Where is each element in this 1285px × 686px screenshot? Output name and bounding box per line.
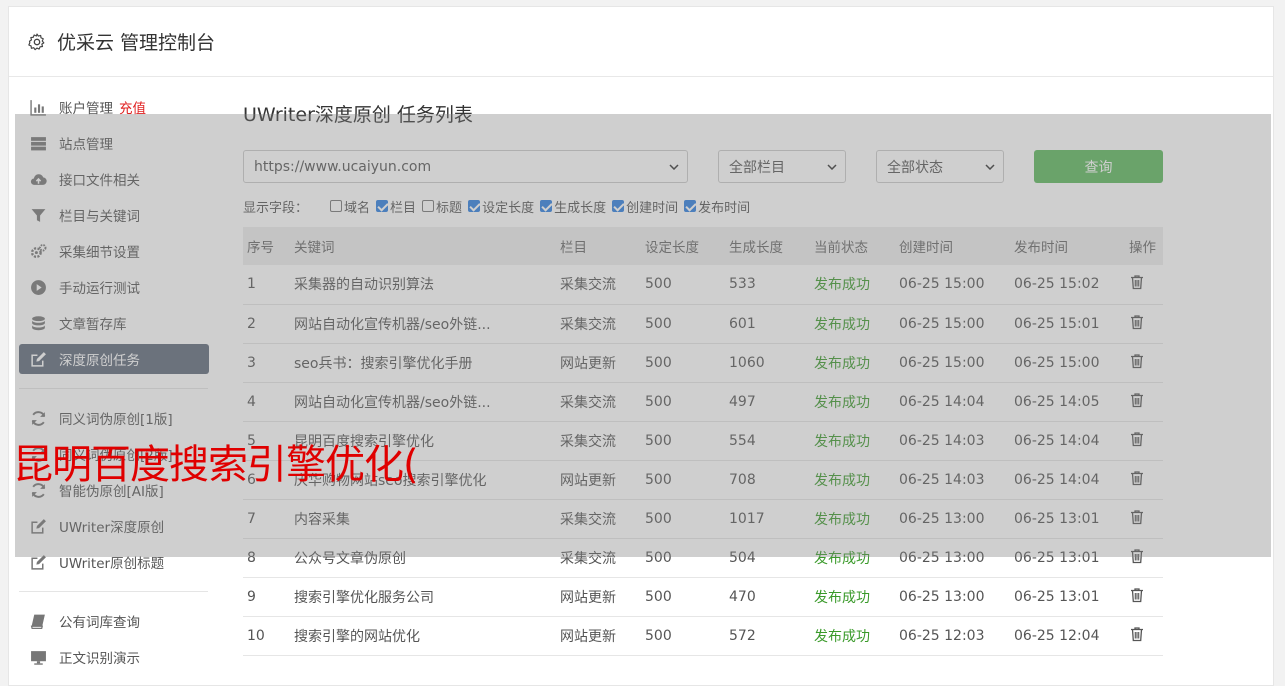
gray-overlay [15, 114, 1271, 557]
delete-button[interactable] [1125, 577, 1163, 617]
gear-icon [28, 33, 45, 50]
delete-button[interactable] [1125, 616, 1163, 656]
table-cell: 06-25 13:00 [895, 577, 1010, 617]
table-row: 9 搜索引擎优化服务公司 网站更新 500 470 发布成功 06-25 13:00 06-2… [243, 577, 1163, 617]
sidebar-item-label: 公有词库查询 [59, 615, 140, 631]
trash-icon [1131, 587, 1143, 602]
page-title: 优采云 管理控制台 [57, 32, 216, 54]
table-cell: 搜索引擎优化服务公司 [290, 577, 556, 617]
monitor-icon [30, 649, 47, 666]
table-cell: 470 [725, 577, 810, 617]
sidebar-item[interactable]: 正文识别演示 [19, 642, 209, 672]
bar-chart-icon [30, 99, 47, 116]
trash-icon [1131, 626, 1143, 641]
table-cell: 网站更新 [556, 616, 641, 656]
table-cell: 500 [641, 577, 725, 617]
table-cell: 网站更新 [556, 577, 641, 617]
status-cell: 发布成功 [810, 577, 895, 617]
table-cell: 9 [243, 577, 290, 617]
status-cell: 发布成功 [810, 616, 895, 656]
overlay-text: 昆明百度搜索引擎优化( [13, 442, 419, 488]
table-cell: 572 [725, 616, 810, 656]
sidebar-divider [19, 591, 208, 592]
sidebar-item-label: 正文识别演示 [59, 651, 140, 667]
sidebar-item[interactable]: 公有词库查询 [19, 606, 209, 636]
book-icon [30, 613, 47, 630]
table-cell: 500 [641, 616, 725, 656]
table-row: 10 搜索引擎的网站优化 网站更新 500 572 发布成功 06-25 12:03 06-2… [243, 616, 1163, 656]
table-cell: 搜索引擎的网站优化 [290, 616, 556, 656]
page-header: 优采云 管理控制台 [9, 7, 1273, 77]
table-cell: 10 [243, 616, 290, 656]
table-cell: 06-25 13:01 [1010, 577, 1125, 617]
table-cell: 06-25 12:04 [1010, 616, 1125, 656]
table-cell: 06-25 12:03 [895, 616, 1010, 656]
